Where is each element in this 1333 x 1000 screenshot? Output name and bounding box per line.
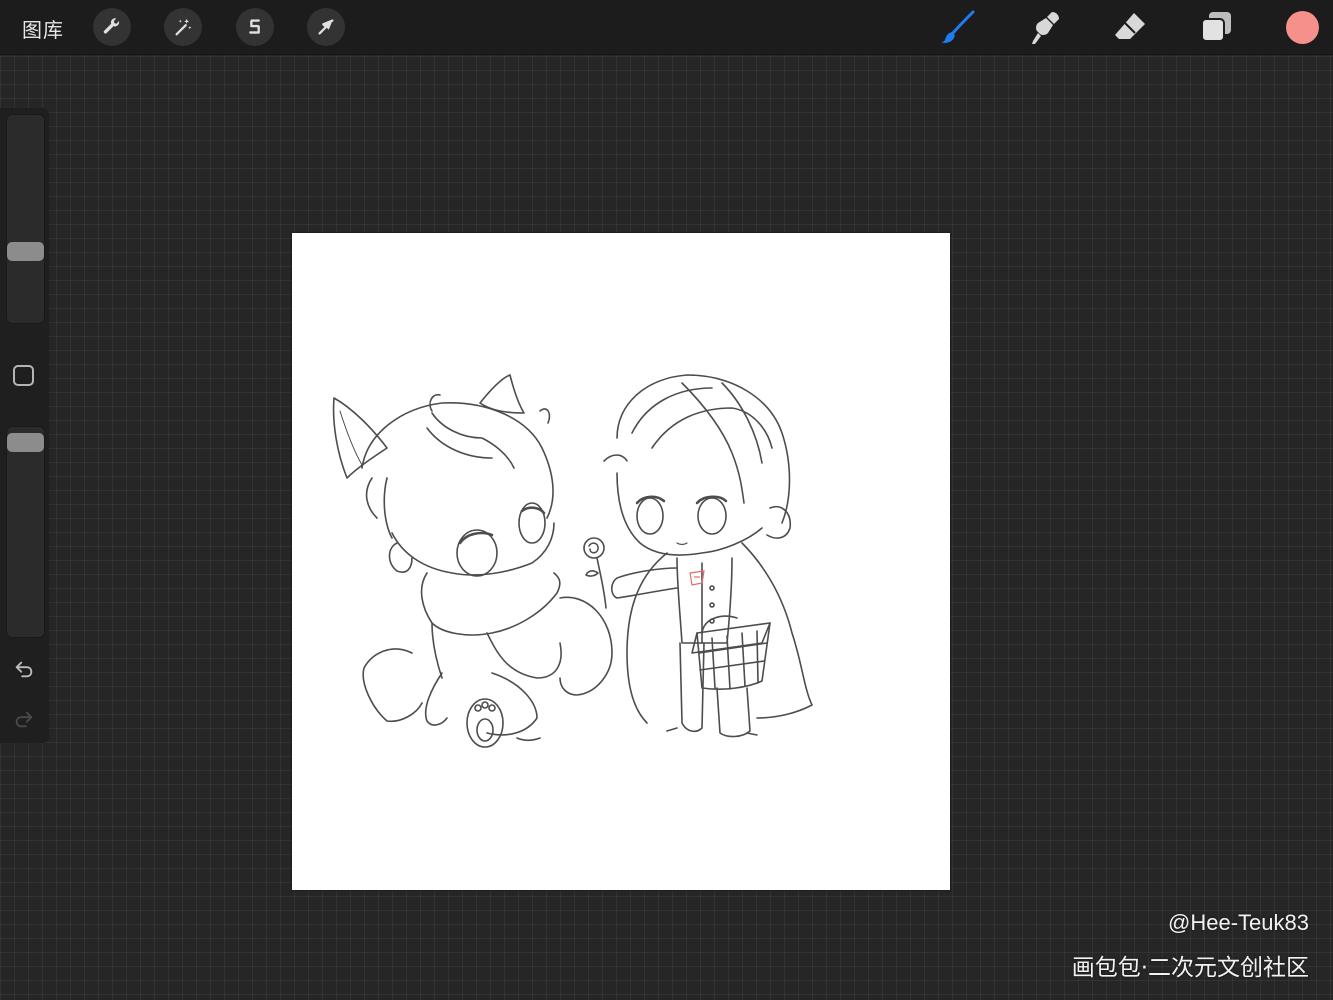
layers-icon [1201, 12, 1231, 42]
adjustments-button[interactable] [164, 8, 202, 46]
actions-button[interactable] [93, 8, 131, 46]
selection-s-icon [249, 19, 260, 34]
redo-icon [15, 711, 33, 728]
watermark-site: 画包包·二次元文创社区 [1071, 955, 1309, 981]
brush-size-slider-thumb[interactable] [7, 242, 44, 261]
left-sidebar [0, 108, 49, 743]
color-picker-swatch[interactable] [1286, 11, 1319, 44]
eraser-tool-button[interactable] [1112, 9, 1148, 45]
opacity-slider[interactable] [6, 426, 45, 638]
sketch-artwork [332, 374, 813, 748]
transform-button[interactable] [307, 8, 345, 46]
modify-button[interactable] [13, 365, 34, 386]
magic-wand-icon [175, 18, 192, 36]
drawing-canvas[interactable] [292, 233, 950, 890]
watermark-handle: @Hee-Teuk83 [1168, 910, 1309, 935]
brush-icon [941, 10, 975, 43]
redo-button[interactable] [11, 706, 37, 732]
opacity-slider-thumb[interactable] [7, 433, 44, 452]
eraser-icon [1115, 13, 1145, 39]
layers-tool-button[interactable] [1198, 9, 1234, 45]
selection-button[interactable] [236, 8, 274, 46]
gallery-button[interactable]: 图库 [22, 14, 64, 43]
undo-button[interactable] [11, 656, 37, 682]
arrow-cursor-icon [318, 19, 334, 35]
undo-icon [15, 661, 33, 678]
brush-tool-button[interactable] [940, 9, 976, 45]
smudge-icon [1032, 12, 1059, 44]
brush-size-slider[interactable] [6, 114, 45, 324]
top-toolbar: 图库 [0, 0, 1333, 55]
wrench-icon [103, 18, 120, 34]
smudge-tool-button[interactable] [1026, 9, 1062, 45]
